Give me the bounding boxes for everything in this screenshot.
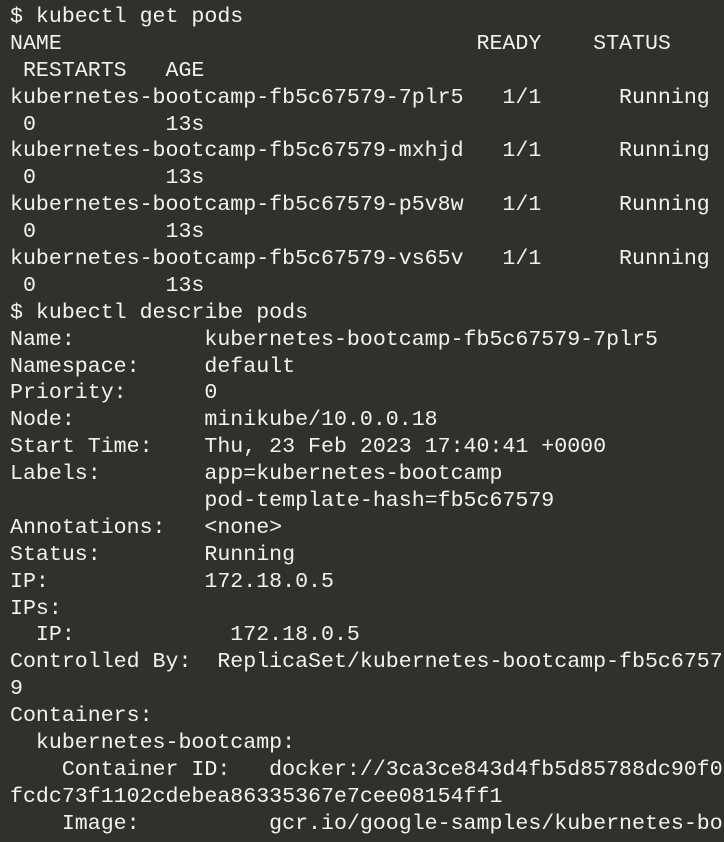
- command-describe-pods: $ kubectl describe pods: [10, 300, 309, 325]
- pod-row-wrap: 0 13s: [10, 112, 205, 137]
- describe-labels-continued: pod-template-hash=fb5c67579: [10, 489, 555, 514]
- terminal-window[interactable]: $ kubectl get pods NAME READY STATUS RES…: [0, 0, 724, 842]
- pods-table-header: NAME READY STATUS: [10, 31, 671, 56]
- describe-container-name: kubernetes-bootcamp:: [10, 731, 296, 756]
- describe-node: Node: minikube/10.0.0.18: [10, 408, 438, 433]
- pod-row-wrap: 0 13s: [10, 166, 205, 191]
- describe-annotations: Annotations: <none>: [10, 515, 283, 540]
- pod-row-wrap: 0 13s: [10, 273, 205, 298]
- describe-image: Image: gcr.io/google-samples/kubernetes-…: [10, 811, 723, 836]
- pod-row: kubernetes-bootcamp-fb5c67579-vs65v 1/1 …: [10, 247, 710, 272]
- pod-row: kubernetes-bootcamp-fb5c67579-p5v8w 1/1 …: [10, 193, 710, 218]
- describe-containers: Containers:: [10, 704, 153, 729]
- describe-name: Name: kubernetes-bootcamp-fb5c67579-7plr…: [10, 327, 658, 352]
- pods-table-header-wrap: RESTARTS AGE: [10, 58, 205, 83]
- describe-controlled-by: Controlled By: ReplicaSet/kubernetes-boo…: [10, 650, 723, 675]
- describe-container-id-wrap: fcdc73f1102cdebea86335367e7cee08154ff1: [10, 784, 503, 809]
- describe-labels: Labels: app=kubernetes-bootcamp: [10, 462, 503, 487]
- describe-ips-ip: IP: 172.18.0.5: [10, 623, 360, 648]
- describe-ips: IPs:: [10, 596, 62, 621]
- describe-namespace: Namespace: default: [10, 354, 296, 379]
- command-get-pods: $ kubectl get pods: [10, 5, 244, 29]
- describe-status: Status: Running: [10, 542, 296, 567]
- describe-controlled-by-wrap: 9: [10, 677, 23, 702]
- describe-ip: IP: 172.18.0.5: [10, 569, 334, 594]
- pod-row: kubernetes-bootcamp-fb5c67579-7plr5 1/1 …: [10, 85, 710, 110]
- describe-start-time: Start Time: Thu, 23 Feb 2023 17:40:41 +0…: [10, 435, 607, 460]
- pod-row: kubernetes-bootcamp-fb5c67579-mxhjd 1/1 …: [10, 139, 710, 164]
- describe-priority: Priority: 0: [10, 381, 218, 406]
- pod-row-wrap: 0 13s: [10, 220, 205, 245]
- describe-container-id: Container ID: docker://3ca3ce843d4fb5d85…: [10, 757, 723, 782]
